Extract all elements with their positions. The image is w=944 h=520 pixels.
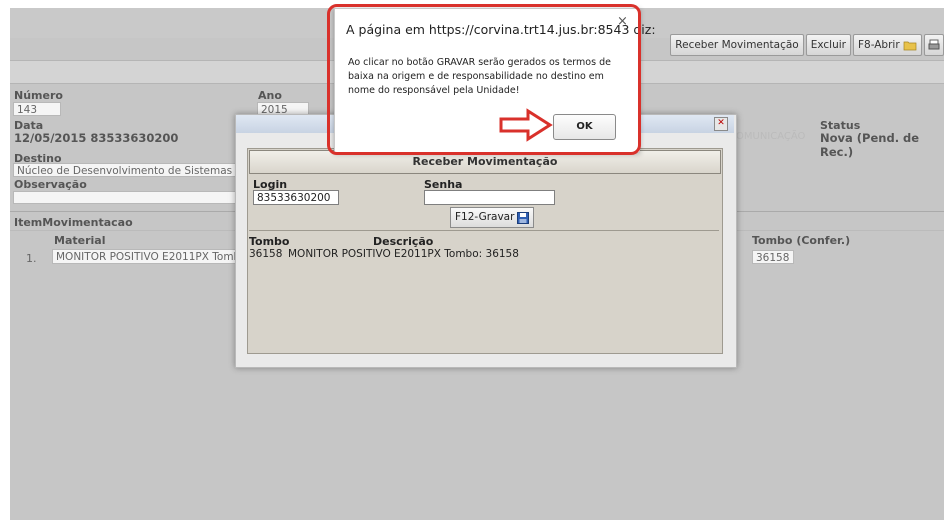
numero-label: Número: [14, 89, 63, 102]
item-row-index: 1.: [26, 252, 37, 265]
observacao-field[interactable]: [13, 191, 238, 204]
print-icon: [928, 39, 940, 50]
gravar-label: F12-Gravar: [455, 211, 515, 223]
print-button[interactable]: [924, 34, 944, 56]
folder-icon: [903, 41, 917, 50]
ano-label: Ano: [258, 89, 282, 102]
login-input[interactable]: 83533630200: [253, 190, 339, 205]
comunicacao-text: OMUNICAÇÃO: [736, 131, 806, 142]
status-value: Nova (Pend. de Rec.): [820, 131, 920, 159]
abrir-button[interactable]: F8-Abrir: [852, 34, 922, 56]
alert-message: Ao clicar no botão GRAVAR serão gerados …: [348, 57, 611, 96]
modal-row-tombo: 36158: [249, 248, 283, 260]
tombo-column-header: Tombo: [249, 235, 290, 248]
item-tombo-confer-field[interactable]: 36158: [752, 250, 794, 264]
senha-input[interactable]: [424, 190, 555, 205]
gravar-button[interactable]: F12-Gravar: [450, 207, 535, 228]
receber-movimentacao-button[interactable]: Receber Movimentação: [670, 34, 804, 56]
data-value: 12/05/2015 83533630200: [14, 131, 179, 145]
modal-close-icon[interactable]: ✕: [714, 117, 728, 131]
numero-field[interactable]: 143: [13, 102, 61, 116]
modal-row-descricao: MONITOR POSITIVO E2011PX Tombo: 36158: [288, 248, 519, 260]
modal-divider: [249, 230, 719, 231]
alert-title: A página em https://corvina.trt14.jus.br…: [346, 22, 656, 37]
observacao-label: Observação: [14, 178, 87, 191]
destino-field[interactable]: Núcleo de Desenvolvimento de Sistemas - …: [13, 163, 238, 177]
toolbar: Receber Movimentação Excluir F8-Abrir: [670, 34, 944, 58]
red-arrow-icon: [499, 108, 553, 142]
material-column-header: Material: [54, 234, 106, 247]
save-icon: [517, 211, 530, 224]
abrir-label: F8-Abrir: [857, 39, 900, 51]
excluir-button[interactable]: Excluir: [805, 34, 851, 56]
descricao-column-header: Descrição: [373, 235, 434, 248]
item-material-field[interactable]: MONITOR POSITIVO E2011PX Tombo: [52, 249, 238, 264]
item-section-title: ItemMovimentacao: [14, 216, 133, 229]
tombo-confer-column-header: Tombo (Confer.): [752, 234, 851, 247]
modal-header: Receber Movimentação: [249, 150, 721, 174]
ok-button[interactable]: OK: [553, 114, 616, 140]
alert-close-icon[interactable]: ×: [617, 14, 628, 29]
